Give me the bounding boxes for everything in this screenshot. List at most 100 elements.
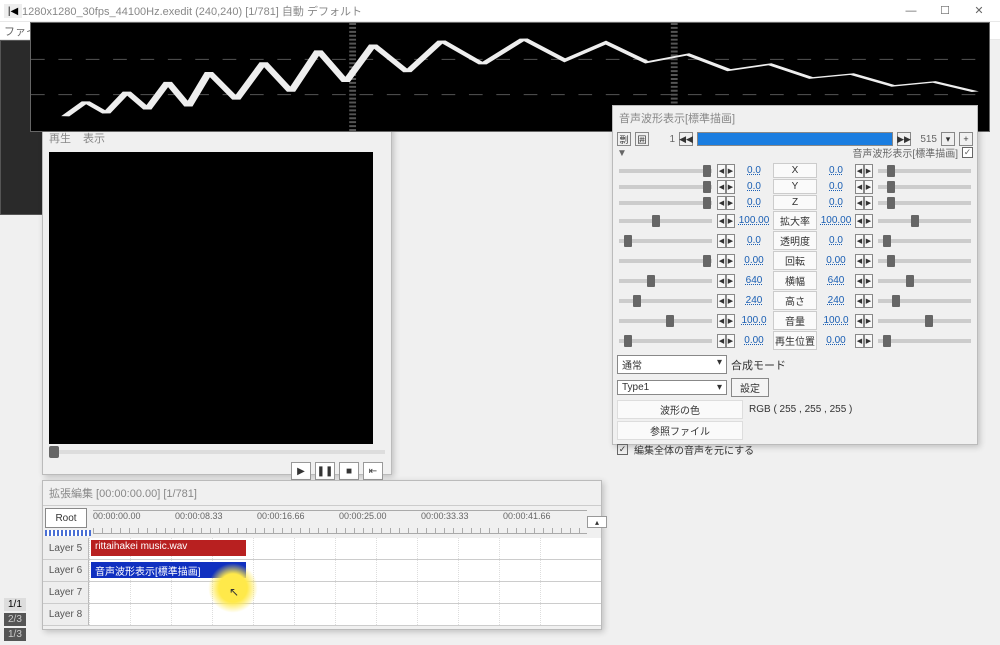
param-name-6[interactable]: 横幅 bbox=[773, 271, 817, 290]
spin-r-dn-1[interactable]: ◀ bbox=[855, 180, 864, 194]
slider-left-1[interactable] bbox=[619, 185, 712, 189]
value-left-2[interactable]: 0.0 bbox=[738, 197, 770, 208]
prev-effect-icon[interactable]: 剽 bbox=[617, 132, 631, 146]
frame-add-button[interactable]: + bbox=[959, 132, 973, 146]
value-right-9[interactable]: 0.00 bbox=[820, 335, 852, 346]
spin-r-dn-0[interactable]: ◀ bbox=[855, 164, 864, 178]
spin-r-dn-6[interactable]: ◀ bbox=[855, 274, 864, 288]
value-right-1[interactable]: 0.0 bbox=[820, 181, 852, 192]
pause-button[interactable]: ❚❚ bbox=[315, 462, 335, 480]
spin-l-dn-6[interactable]: ◀ bbox=[717, 274, 726, 288]
slider-right-4[interactable] bbox=[878, 239, 971, 243]
slider-left-2[interactable] bbox=[619, 201, 712, 205]
stop-button[interactable]: ■ bbox=[339, 462, 359, 480]
spin-l-dn-7[interactable]: ◀ bbox=[717, 294, 726, 308]
value-right-5[interactable]: 0.00 bbox=[820, 255, 852, 266]
spin-l-up-3[interactable]: ▶ bbox=[726, 214, 735, 228]
value-right-7[interactable]: 240 bbox=[820, 295, 852, 306]
value-left-0[interactable]: 0.0 bbox=[738, 165, 770, 176]
spin-l-up-4[interactable]: ▶ bbox=[726, 234, 735, 248]
frame-next-button[interactable]: ▶▶ bbox=[897, 132, 911, 146]
param-name-1[interactable]: Y bbox=[773, 179, 817, 194]
spin-l-up-5[interactable]: ▶ bbox=[726, 254, 735, 268]
slider-left-3[interactable] bbox=[619, 219, 712, 223]
frame-menu-button[interactable]: ▾ bbox=[941, 132, 955, 146]
minimize-button[interactable]: — bbox=[894, 1, 928, 21]
spin-r-up-1[interactable]: ▶ bbox=[864, 180, 873, 194]
spin-l-dn-3[interactable]: ◀ bbox=[717, 214, 726, 228]
spin-r-up-0[interactable]: ▶ bbox=[864, 164, 873, 178]
play-button[interactable]: ▶ bbox=[291, 462, 311, 480]
to-start-button[interactable]: ⇤ bbox=[363, 462, 383, 480]
param-name-0[interactable]: X bbox=[773, 163, 817, 178]
spin-l-up-0[interactable]: ▶ bbox=[726, 164, 735, 178]
layer-label-1[interactable]: Layer 6 bbox=[43, 560, 89, 581]
spin-l-dn-8[interactable]: ◀ bbox=[717, 314, 726, 328]
slider-left-4[interactable] bbox=[619, 239, 712, 243]
value-right-2[interactable]: 0.0 bbox=[820, 197, 852, 208]
layer-track-2[interactable] bbox=[89, 582, 601, 603]
spin-r-dn-4[interactable]: ◀ bbox=[855, 234, 864, 248]
clip-audio[interactable]: rittaihakei music.wav bbox=[91, 540, 246, 556]
slider-left-7[interactable] bbox=[619, 299, 712, 303]
slider-left-8[interactable] bbox=[619, 319, 712, 323]
layer-track-3[interactable] bbox=[89, 604, 601, 625]
value-right-8[interactable]: 100.0 bbox=[820, 315, 852, 326]
param-name-3[interactable]: 拡大率 bbox=[773, 211, 817, 230]
spin-r-dn-5[interactable]: ◀ bbox=[855, 254, 864, 268]
slider-right-3[interactable] bbox=[878, 219, 971, 223]
value-right-6[interactable]: 640 bbox=[820, 275, 852, 286]
clip-waveform[interactable]: 音声波形表示[標準描画] bbox=[91, 562, 246, 578]
root-button[interactable]: Root bbox=[45, 508, 87, 528]
value-left-6[interactable]: 640 bbox=[738, 275, 770, 286]
slider-right-7[interactable] bbox=[878, 299, 971, 303]
close-button[interactable]: ✕ bbox=[962, 1, 996, 21]
value-left-5[interactable]: 0.00 bbox=[738, 255, 770, 266]
edit-all-checkbox[interactable]: ✓ bbox=[617, 444, 628, 455]
page-label-2[interactable]: 2/3 bbox=[4, 613, 26, 626]
blend-mode-select[interactable]: 通常▾ bbox=[617, 355, 727, 374]
value-left-3[interactable]: 100.00 bbox=[738, 215, 770, 226]
spin-l-up-9[interactable]: ▶ bbox=[726, 334, 735, 348]
value-left-1[interactable]: 0.0 bbox=[738, 181, 770, 192]
spin-r-up-9[interactable]: ▶ bbox=[864, 334, 873, 348]
spin-r-dn-3[interactable]: ◀ bbox=[855, 214, 864, 228]
layer-track-1[interactable]: 音声波形表示[標準描画] bbox=[89, 560, 601, 581]
spin-r-up-8[interactable]: ▶ bbox=[864, 314, 873, 328]
slider-right-6[interactable] bbox=[878, 279, 971, 283]
spin-r-dn-8[interactable]: ◀ bbox=[855, 314, 864, 328]
slider-left-0[interactable] bbox=[619, 169, 712, 173]
slider-left-9[interactable] bbox=[619, 339, 712, 343]
page-label-3[interactable]: 1/3 bbox=[4, 628, 26, 641]
collapse-icon[interactable]: ▼ bbox=[617, 148, 627, 159]
time-ruler[interactable]: 00:00:00.0000:00:08.3300:00:16.6600:00:2… bbox=[93, 510, 587, 534]
slider-right-1[interactable] bbox=[878, 185, 971, 189]
slider-right-0[interactable] bbox=[878, 169, 971, 173]
slider-right-9[interactable] bbox=[878, 339, 971, 343]
slider-left-5[interactable] bbox=[619, 259, 712, 263]
value-left-7[interactable]: 240 bbox=[738, 295, 770, 306]
slider-right-2[interactable] bbox=[878, 201, 971, 205]
preview-back-button[interactable]: |◀ bbox=[4, 4, 22, 18]
slider-right-5[interactable] bbox=[878, 259, 971, 263]
param-name-5[interactable]: 回転 bbox=[773, 251, 817, 270]
spin-l-dn-9[interactable]: ◀ bbox=[717, 334, 726, 348]
slider-left-6[interactable] bbox=[619, 279, 712, 283]
spin-l-dn-2[interactable]: ◀ bbox=[717, 196, 726, 210]
slider-right-8[interactable] bbox=[878, 319, 971, 323]
spin-l-dn-0[interactable]: ◀ bbox=[717, 164, 726, 178]
param-name-4[interactable]: 透明度 bbox=[773, 231, 817, 250]
spin-r-dn-9[interactable]: ◀ bbox=[855, 334, 864, 348]
spin-r-dn-7[interactable]: ◀ bbox=[855, 294, 864, 308]
layer-label-3[interactable]: Layer 8 bbox=[43, 604, 89, 625]
value-left-8[interactable]: 100.0 bbox=[738, 315, 770, 326]
seek-bar[interactable] bbox=[49, 450, 385, 454]
spin-r-up-2[interactable]: ▶ bbox=[864, 196, 873, 210]
enable-checkbox[interactable]: ✓ bbox=[962, 147, 973, 158]
spin-r-up-4[interactable]: ▶ bbox=[864, 234, 873, 248]
spin-l-dn-5[interactable]: ◀ bbox=[717, 254, 726, 268]
value-right-4[interactable]: 0.0 bbox=[820, 235, 852, 246]
layer-label-2[interactable]: Layer 7 bbox=[43, 582, 89, 603]
spin-l-up-6[interactable]: ▶ bbox=[726, 274, 735, 288]
param-name-2[interactable]: Z bbox=[773, 195, 817, 210]
